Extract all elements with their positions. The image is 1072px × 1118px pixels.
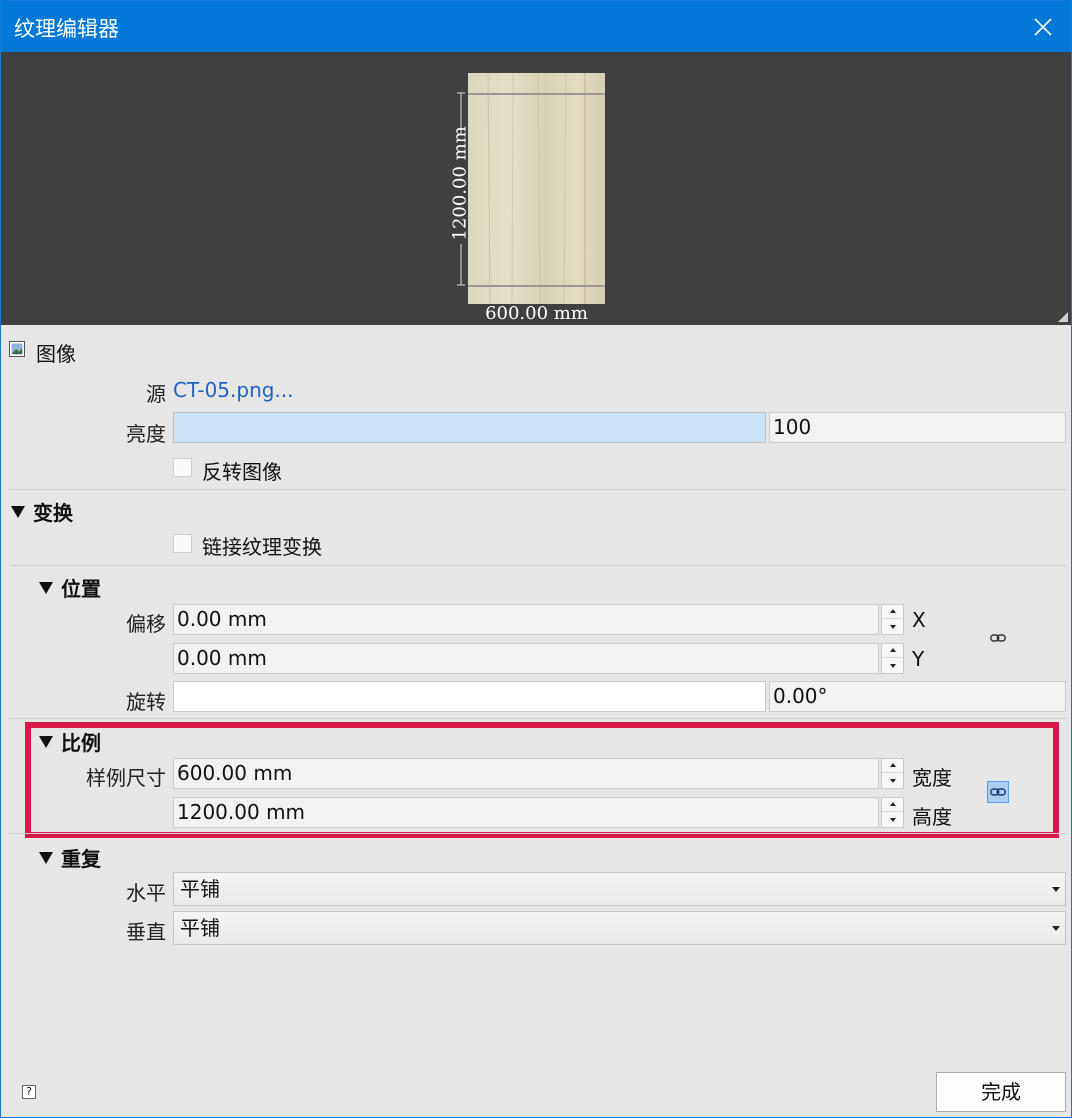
invert-image-checkbox[interactable] [173, 458, 192, 477]
offset-label: 偏移 [126, 612, 166, 636]
collapse-triangle-icon [11, 505, 25, 518]
repeat-section-title: 重复 [61, 847, 101, 871]
offset-y-input[interactable]: 0.00 mm [173, 643, 879, 674]
chevron-down-icon [1052, 887, 1060, 892]
rotate-label: 旋转 [126, 690, 166, 714]
position-section-toggle[interactable]: 位置 [39, 573, 101, 602]
texture-editor-window: 纹理编辑器 1200.00 mm 600.00 mm 图像 源 CT-05.pn… [0, 0, 1072, 1118]
image-icon [9, 341, 25, 357]
offset-x-stepper[interactable] [881, 604, 904, 635]
collapse-triangle-icon [39, 581, 53, 594]
highlight-annotation [25, 722, 1059, 838]
link-texture-transform-label: 链接纹理变换 [202, 535, 322, 559]
repeat-section-toggle[interactable]: 重复 [39, 843, 101, 872]
resize-grip-icon[interactable] [1058, 312, 1068, 322]
step-up-icon[interactable] [882, 605, 903, 619]
horizontal-repeat-value: 平铺 [180, 877, 220, 901]
link-offset-toggle[interactable] [987, 627, 1009, 649]
vertical-repeat-value: 平铺 [180, 916, 220, 940]
divider [9, 489, 1066, 490]
rotate-input[interactable]: 0.00° [769, 681, 1066, 712]
position-section-title: 位置 [61, 577, 101, 601]
source-link[interactable]: CT-05.png... [173, 378, 294, 402]
transform-section-toggle[interactable]: 变换 [11, 497, 73, 526]
divider [9, 833, 1066, 834]
rotate-slider[interactable] [173, 681, 766, 712]
width-dimension-label: 600.00 mm [485, 303, 588, 324]
horizontal-repeat-select[interactable]: 平铺 [173, 872, 1066, 906]
divider [9, 565, 1066, 566]
texture-image [468, 73, 605, 304]
done-button[interactable]: 完成 [936, 1072, 1066, 1112]
help-button[interactable]: ? [22, 1085, 36, 1099]
link-texture-transform-checkbox[interactable] [173, 534, 192, 553]
close-button[interactable] [1015, 1, 1071, 52]
window-title: 纹理编辑器 [14, 17, 119, 41]
vertical-label: 垂直 [126, 920, 166, 944]
horizontal-label: 水平 [126, 881, 166, 905]
x-axis-label: X [912, 608, 926, 632]
chevron-down-icon [1052, 926, 1060, 931]
source-label: 源 [146, 382, 166, 406]
brightness-input[interactable]: 100 [769, 412, 1066, 443]
height-dimension-label: 1200.00 mm [449, 126, 471, 241]
texture-preview: 1200.00 mm 600.00 mm [1, 52, 1071, 325]
image-section-title: 图像 [36, 342, 76, 366]
step-up-icon[interactable] [882, 644, 903, 658]
offset-y-stepper[interactable] [881, 643, 904, 674]
brightness-slider[interactable] [173, 412, 766, 443]
invert-image-label: 反转图像 [202, 460, 282, 484]
vertical-repeat-select[interactable]: 平铺 [173, 911, 1066, 945]
y-axis-label: Y [912, 647, 925, 671]
close-icon [1034, 17, 1052, 36]
chain-link-icon [990, 634, 1006, 642]
transform-section-title: 变换 [33, 501, 73, 525]
step-down-icon[interactable] [882, 620, 903, 634]
step-down-icon[interactable] [882, 659, 903, 673]
divider [9, 718, 1066, 719]
collapse-triangle-icon [39, 851, 53, 864]
offset-x-input[interactable]: 0.00 mm [173, 604, 879, 635]
brightness-label: 亮度 [126, 422, 166, 446]
title-bar: 纹理编辑器 [1, 1, 1071, 52]
